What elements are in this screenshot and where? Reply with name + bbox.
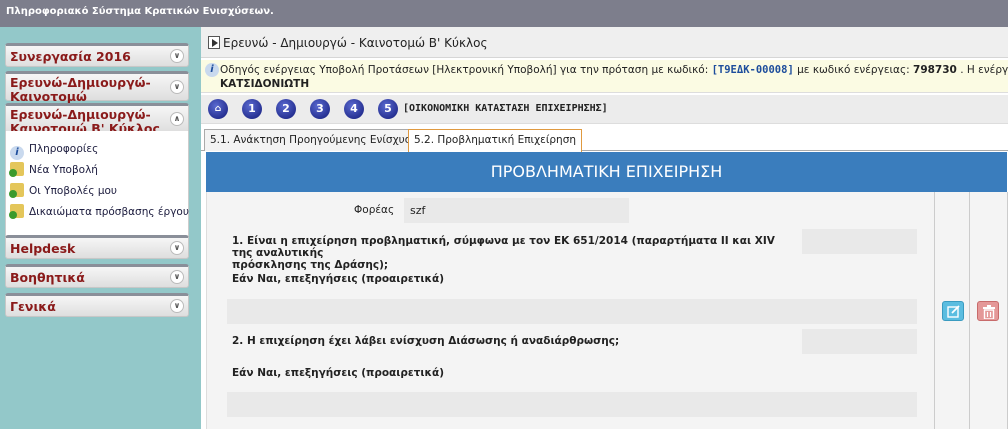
sidebar-item-new-submission[interactable]: Νέα Υποβολή [9, 162, 98, 178]
sidebar-item-label: Δικαιώματα πρόσβασης έργου [29, 206, 189, 218]
sidebar-item-label: Πληροφορίες [29, 143, 99, 155]
main-content: Ερευνώ - Δημιουργώ - Καινοτομώ Β' Κύκλος… [201, 27, 1008, 429]
steps-navigation: ⌂ 1 2 3 4 5 [ΟΙΚΟΝΟΜΙΚΗ ΚΑΤΑΣΤΑΣΗ ΕΠΙΧΕΙ… [201, 95, 1008, 124]
step-2-button[interactable]: 2 [276, 99, 296, 119]
step-label: [ΟΙΚΟΝΟΜΙΚΗ ΚΑΤΑΣΤΑΣΗ ΕΠΙΧΕΙΡΗΣΗΣ] [403, 103, 608, 114]
guide-user-name: ΚΑΤΣΙΔΟΝΙΩΤΗ [220, 78, 310, 90]
trash-icon [983, 305, 995, 319]
breadcrumb: Ερευνώ - Δημιουργώ - Καινοτομώ Β' Κύκλος [201, 27, 1008, 58]
edit-button[interactable] [942, 301, 964, 321]
info-icon: i [205, 63, 219, 77]
info-icon: i [10, 146, 24, 160]
sidebar-section-genika[interactable]: Γενικά ∨ [5, 293, 189, 317]
folder-add-icon [9, 162, 24, 177]
sidebar-item-access-rights[interactable]: Δικαιώματα πρόσβασης έργου [9, 204, 189, 220]
question-1-answer-field[interactable] [802, 229, 917, 254]
chevron-down-icon[interactable]: ∨ [170, 49, 184, 63]
step-5-button[interactable]: 5 [378, 99, 398, 119]
guide-middle: με κωδικό ενέργειας: [793, 64, 914, 76]
sidebar-section-erevno[interactable]: Ερευνώ-Δημιουργώ-Καινοτομώ ∨ [5, 71, 189, 104]
step-3-button[interactable]: 3 [310, 99, 330, 119]
chevron-down-icon[interactable]: ∨ [170, 270, 184, 284]
guide-prefix: Οδηγός ενέργειας Υποβολή Προτάσεων [Ηλεκ… [220, 64, 712, 76]
chevron-down-icon[interactable]: ∨ [170, 80, 184, 94]
sidebar-item-info[interactable]: i Πληροφορίες [10, 141, 99, 160]
sidebar-item-label: Οι Υποβολές μου [29, 185, 118, 197]
delete-button[interactable] [977, 301, 999, 321]
tab-problematic-enterprise[interactable]: 5.2. Προβληματική Επιχείρηση [408, 129, 583, 152]
edit-icon [947, 305, 960, 318]
sidebar-section-label: Συνεργασία 2016 [10, 49, 131, 64]
form-panel: Φορέας szf 1. Είναι η επιχείρηση προβλημ… [206, 192, 934, 429]
sidebar-section-label: Βοηθητικά [10, 270, 85, 285]
chevron-down-icon[interactable]: ∨ [170, 299, 184, 313]
question-2-explanation-field[interactable] [227, 392, 917, 417]
folder-add-icon [9, 183, 24, 198]
tab-previous-aid[interactable]: 5.1. Ανάκτηση Προηγούμενης Ενίσχυσης [204, 129, 431, 151]
tab-bar: 5.1. Ανάκτηση Προηγούμενης Ενίσχυσης 5.2… [201, 124, 1008, 152]
sidebar-section-synergasia[interactable]: Συνεργασία 2016 ∨ [5, 43, 189, 67]
app-title: Πληροφοριακό Σύστημα Κρατικών Ενισχύσεων… [6, 6, 274, 17]
question-1-line1: 1. Είναι η επιχείρηση προβληματική, σύμφ… [232, 235, 775, 259]
step-1-button[interactable]: 1 [242, 99, 262, 119]
sidebar-section-label: Γενικά [10, 299, 56, 314]
sidebar-item-my-submissions[interactable]: Οι Υποβολές μου [9, 183, 118, 199]
question-1-explanation-field[interactable] [227, 299, 917, 324]
section-title: ΠΡΟΒΛΗΜΑΤΙΚΗ ΕΠΙΧΕΙΡΗΣΗ [206, 152, 1007, 192]
action-column-delete [970, 192, 1008, 429]
question-1: 1. Είναι η επιχείρηση προβληματική, σύμφ… [232, 235, 792, 271]
question-1-explanation-label: Εάν Ναι, επεξηγήσεις (προαιρετικά) [232, 273, 444, 285]
sidebar-section-label: Ερευνώ-Δημιουργώ-Καινοτομώ [10, 75, 151, 104]
sidebar-item-label: Νέα Υποβολή [29, 164, 98, 176]
action-code: 798730 [913, 64, 957, 76]
question-2-answer-field[interactable] [802, 329, 917, 354]
sidebar: Συνεργασία 2016 ∨ Ερευνώ-Δημιουργώ-Καινο… [0, 27, 201, 429]
chevron-down-icon[interactable]: ∨ [170, 241, 184, 255]
question-1-line2: πρόσκλησης της Δράσης); [232, 259, 389, 271]
chevron-up-icon[interactable]: ∧ [170, 112, 184, 126]
folder-add-icon [9, 204, 24, 219]
proposal-code: [Τ9ΕΔΚ-00008] [711, 64, 794, 76]
app-title-bar: Πληροφοριακό Σύστημα Κρατικών Ενισχύσεων… [0, 0, 1008, 27]
foreas-value: szf [404, 198, 629, 223]
guide-text: Οδηγός ενέργειας Υποβολή Προτάσεων [Ηλεκ… [220, 64, 1008, 76]
document-arrow-icon [208, 36, 220, 49]
action-guide-bar: i Οδηγός ενέργειας Υποβολή Προτάσεων [Ηλ… [201, 60, 1008, 93]
action-column-edit [934, 192, 970, 429]
question-2: 2. Η επιχείρηση έχει λάβει ενίσχυση Διάσ… [232, 335, 620, 347]
sidebar-section-voithitika[interactable]: Βοηθητικά ∨ [5, 264, 189, 288]
breadcrumb-text: Ερευνώ - Δημιουργώ - Καινοτομώ Β' Κύκλος [223, 36, 488, 50]
sidebar-section-helpdesk[interactable]: Helpdesk ∨ [5, 235, 189, 259]
guide-suffix: . Η ενέργεια ξεκ [960, 64, 1008, 76]
home-step-icon[interactable]: ⌂ [208, 99, 228, 119]
question-2-explanation-label: Εάν Ναι, επεξηγήσεις (προαιρετικά) [232, 367, 444, 379]
sidebar-section-label: Helpdesk [10, 241, 76, 256]
step-4-button[interactable]: 4 [344, 99, 364, 119]
foreas-label: Φορέας [354, 204, 395, 216]
sidebar-section-erevno-b[interactable]: Ερευνώ-Δημιουργώ-Καινοτομώ Β' Κύκλος ∧ [5, 103, 189, 136]
